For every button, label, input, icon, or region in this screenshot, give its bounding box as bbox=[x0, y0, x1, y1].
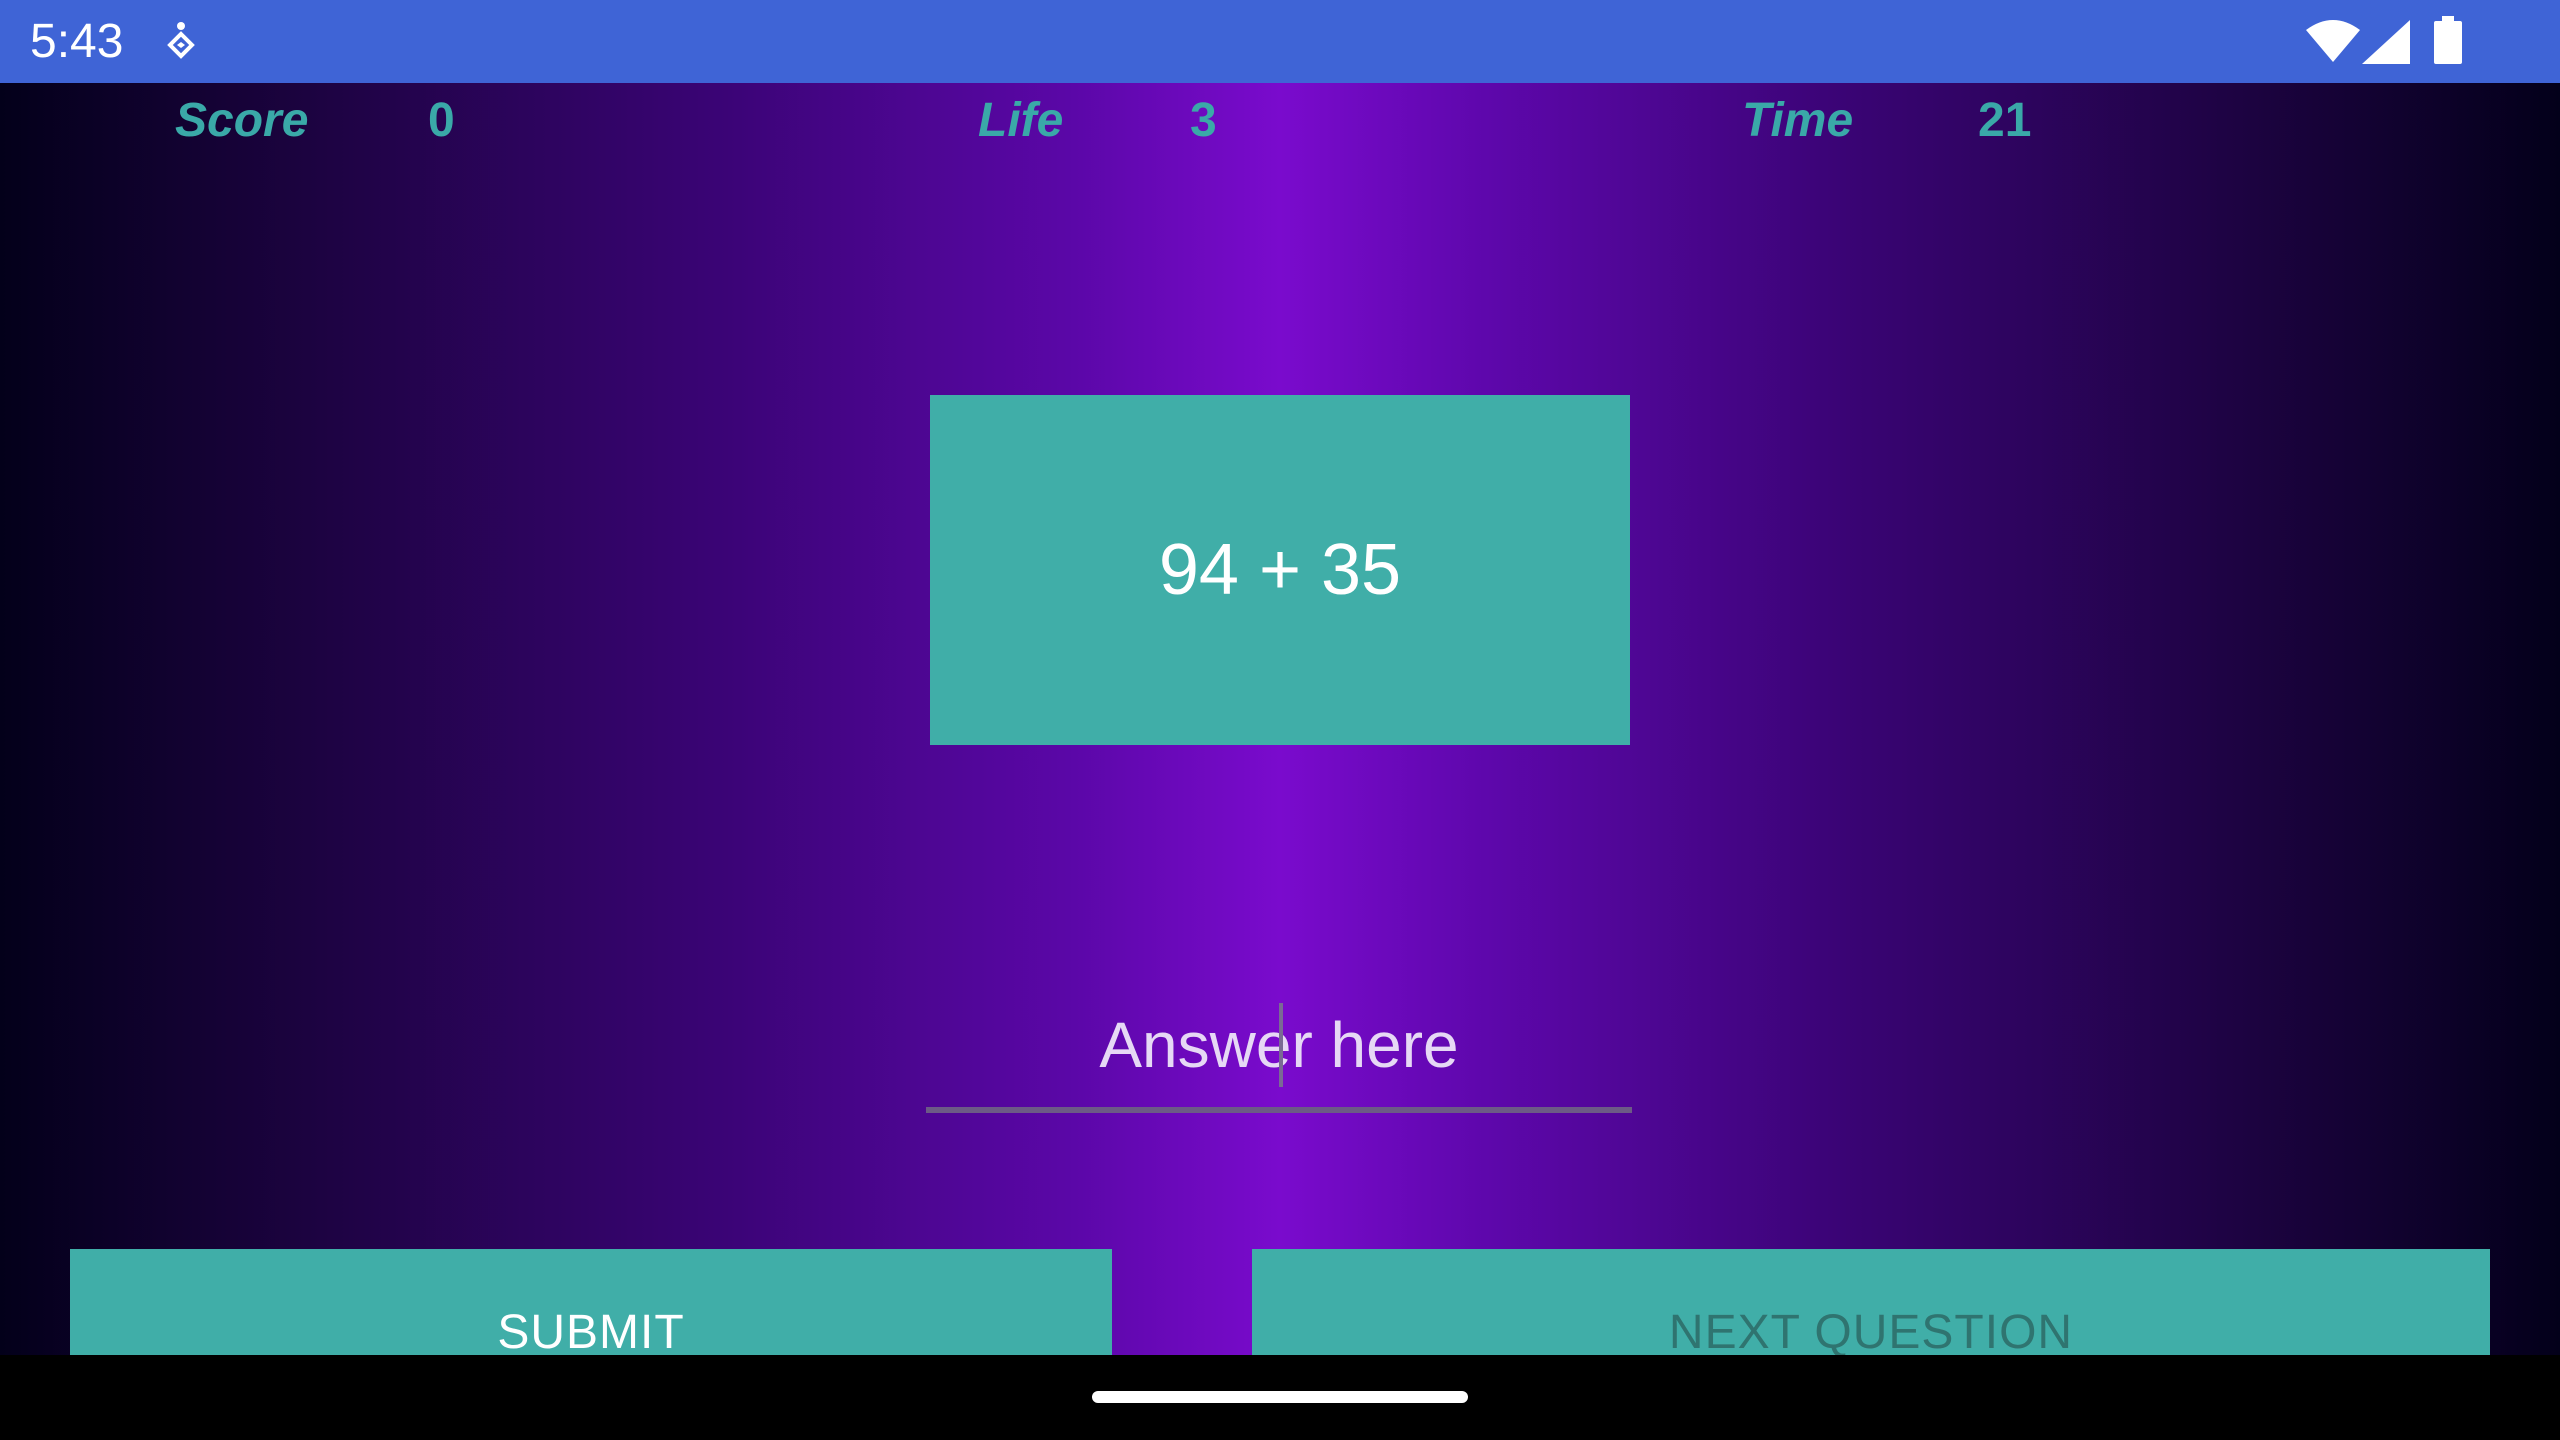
app-screen: 5:43 Score 0 Life 3 Time 21 94 + 35 SUBM… bbox=[0, 0, 2560, 1440]
life-value: 3 bbox=[1190, 94, 1217, 147]
accessibility-icon bbox=[167, 22, 195, 59]
time-label: Time bbox=[1742, 94, 1854, 147]
game-area: Score 0 Life 3 Time 21 94 + 35 SUBMIT NE… bbox=[0, 83, 2560, 1415]
question-box: 94 + 35 bbox=[930, 395, 1630, 745]
life-label: Life bbox=[978, 94, 1064, 147]
wifi-icon bbox=[2306, 20, 2360, 62]
time-value: 21 bbox=[1978, 94, 2032, 147]
status-bar: 5:43 bbox=[0, 0, 2560, 83]
question-text: 94 + 35 bbox=[1158, 530, 1402, 610]
score-value: 0 bbox=[428, 94, 455, 147]
status-time: 5:43 bbox=[30, 15, 124, 68]
battery-icon bbox=[2434, 16, 2462, 64]
score-label: Score bbox=[175, 94, 309, 147]
text-cursor bbox=[1279, 1003, 1283, 1087]
cell-signal-icon bbox=[2362, 20, 2410, 64]
navigation-bar bbox=[0, 1355, 2560, 1440]
home-gesture-handle[interactable] bbox=[1092, 1391, 1468, 1403]
